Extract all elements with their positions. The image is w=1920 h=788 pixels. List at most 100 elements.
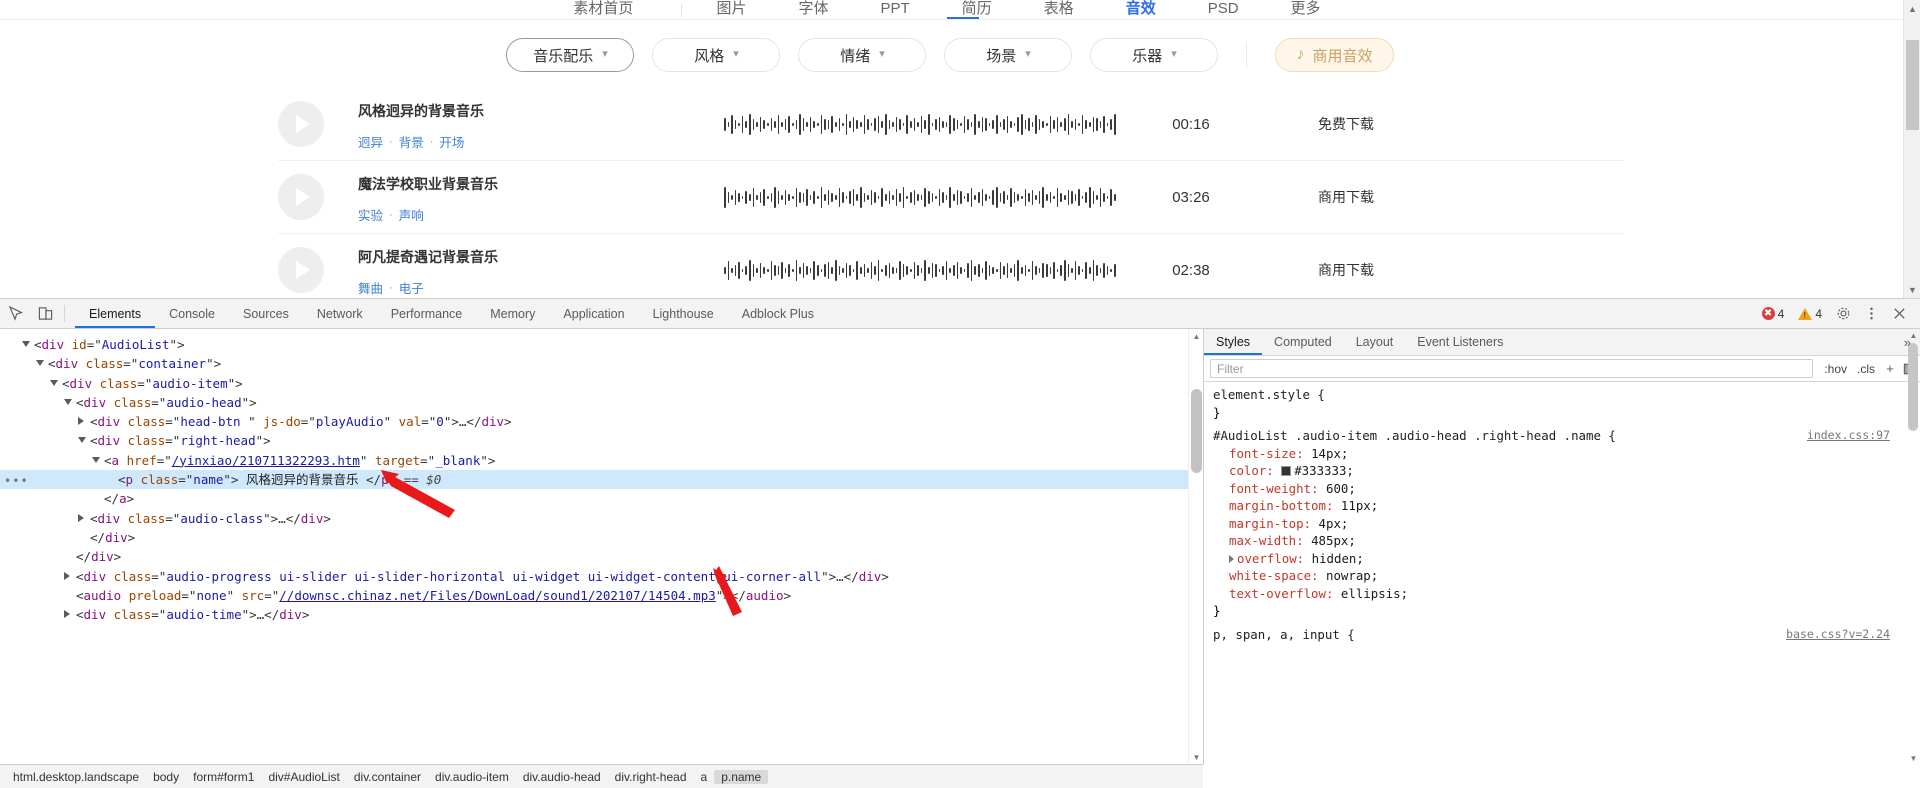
nav-item-resume[interactable]: 简历: [936, 0, 1018, 18]
css-property-name[interactable]: overflow:: [1237, 551, 1312, 566]
expand-triangle-icon[interactable]: [64, 398, 72, 405]
color-swatch[interactable]: [1281, 466, 1292, 476]
styles-scrollbar-thumb[interactable]: [1908, 343, 1918, 431]
css-property-name[interactable]: white-space:: [1229, 568, 1326, 583]
collapse-triangle-icon[interactable]: [78, 513, 84, 522]
expand-triangle-icon[interactable]: [92, 456, 100, 463]
dom-tree-line[interactable]: </a>: [0, 489, 1203, 508]
dom-tree-line[interactable]: <audio preload="none" src="//downsc.chin…: [0, 586, 1203, 605]
breadcrumb-item[interactable]: p.name: [714, 769, 769, 784]
css-property-name[interactable]: font-size:: [1229, 446, 1311, 461]
dom-tree-line[interactable]: </div>: [0, 547, 1203, 566]
css-declaration[interactable]: margin-bottom: 11px;: [1204, 497, 1920, 515]
nav-item-more[interactable]: 更多: [1265, 0, 1347, 18]
tab-layout[interactable]: Layout: [1344, 329, 1406, 355]
dom-tree-line[interactable]: <div class="audio-progress ui-slider ui-…: [0, 567, 1203, 586]
scroll-up-icon[interactable]: ▲: [1907, 329, 1920, 342]
css-property-value[interactable]: ellipsis;: [1341, 586, 1408, 601]
audio-title[interactable]: 魔法学校职业背景音乐: [358, 174, 688, 194]
css-declaration[interactable]: overflow: hidden;: [1204, 550, 1920, 568]
css-declaration[interactable]: max-width: 485px;: [1204, 532, 1920, 550]
audio-tag[interactable]: 背景: [399, 132, 424, 151]
audio-tag[interactable]: 声响: [399, 205, 424, 224]
css-property-value[interactable]: 4px;: [1319, 516, 1349, 531]
breadcrumb-item[interactable]: div.audio-item: [428, 770, 516, 784]
page-scrollbar[interactable]: ▲ ▼: [1903, 0, 1920, 298]
css-rule-selector[interactable]: #AudioList .audio-item .audio-head .righ…: [1204, 427, 1920, 445]
css-declaration[interactable]: font-size: 14px;: [1204, 445, 1920, 463]
css-property-value[interactable]: 485px;: [1311, 533, 1356, 548]
play-icon[interactable]: [278, 174, 324, 220]
download-link[interactable]: 商用下载: [1266, 187, 1426, 207]
nav-item-ppt[interactable]: PPT: [854, 0, 935, 18]
waveform[interactable]: [724, 107, 1116, 141]
breadcrumb[interactable]: html.desktop.landscape body form#form1 div#…: [0, 764, 1203, 788]
audio-tag[interactable]: 开场: [439, 132, 464, 151]
dom-tree-line[interactable]: <div class="container">: [0, 354, 1203, 373]
nav-item-home[interactable]: 素材首页: [573, 0, 673, 18]
download-link[interactable]: 商用下载: [1266, 260, 1426, 280]
waveform[interactable]: [724, 253, 1116, 287]
play-icon[interactable]: [278, 247, 324, 293]
audio-title[interactable]: 风格迥异的背景音乐: [358, 101, 688, 121]
dom-tree[interactable]: <div id="AudioList"> <div class="containe…: [0, 329, 1203, 624]
play-icon[interactable]: [278, 101, 324, 147]
dom-tree-line[interactable]: <div class="right-head">: [0, 431, 1203, 450]
tab-computed[interactable]: Computed: [1262, 329, 1344, 355]
filter-music[interactable]: 音乐配乐 ▾: [506, 38, 635, 72]
dom-tree-line[interactable]: ••• <p class="name"> 风格迥异的背景音乐 </p> == $0: [0, 470, 1203, 490]
breadcrumb-item[interactable]: body: [146, 770, 186, 784]
filter-scene[interactable]: 场景 ▾: [944, 38, 1073, 72]
tab-application[interactable]: Application: [549, 299, 638, 328]
breadcrumb-item[interactable]: a: [694, 770, 715, 784]
add-style-rule-button[interactable]: +: [1880, 361, 1900, 376]
breadcrumb-item[interactable]: html.desktop.landscape: [6, 770, 146, 784]
css-property-name[interactable]: margin-top:: [1229, 516, 1319, 531]
collapse-triangle-icon[interactable]: [64, 610, 70, 619]
css-source-link[interactable]: base.css?v=2.24: [1786, 626, 1890, 644]
styles-scrollbar[interactable]: ▲ ▼: [1907, 329, 1920, 765]
warning-count-badge[interactable]: ! 4: [1792, 303, 1828, 324]
scroll-down-icon[interactable]: ▼: [1904, 281, 1920, 298]
filter-style[interactable]: 风格 ▾: [652, 38, 781, 72]
page-scrollbar-thumb[interactable]: [1906, 40, 1919, 130]
audio-title[interactable]: 阿凡提奇遇记背景音乐: [358, 247, 688, 267]
css-property-value[interactable]: 11px;: [1341, 498, 1378, 513]
dom-tree-line[interactable]: <div class="audio-class">…</div>: [0, 509, 1203, 528]
css-property-value[interactable]: nowrap;: [1326, 568, 1378, 583]
audio-tag[interactable]: 迥异: [358, 132, 383, 151]
styles-filter-input[interactable]: Filter: [1210, 359, 1814, 378]
css-property-name[interactable]: text-overflow:: [1229, 586, 1341, 601]
breadcrumb-item[interactable]: div.audio-head: [516, 770, 608, 784]
tab-elements[interactable]: Elements: [75, 299, 156, 328]
css-property-value[interactable]: 600;: [1326, 481, 1356, 496]
css-declaration[interactable]: font-weight: 600;: [1204, 480, 1920, 498]
styles-rules[interactable]: element.style {} #AudioList .audio-item .…: [1204, 382, 1920, 765]
audio-tag[interactable]: 舞曲: [358, 278, 383, 297]
css-declaration[interactable]: white-space: nowrap;: [1204, 567, 1920, 585]
nav-item-table[interactable]: 表格: [1018, 0, 1100, 18]
tab-lighthouse[interactable]: Lighthouse: [639, 299, 728, 328]
dom-tree-scrollbar[interactable]: ▲ ▼: [1188, 329, 1203, 765]
css-rule-selector[interactable]: p, span, a, input {base.css?v=2.24: [1204, 626, 1920, 644]
filter-mood[interactable]: 情绪 ▾: [798, 38, 927, 72]
expand-triangle-icon[interactable]: [36, 360, 44, 367]
collapse-triangle-icon[interactable]: [64, 571, 70, 580]
error-count-badge[interactable]: ✖ 4: [1755, 303, 1791, 324]
nav-item-sound[interactable]: 音效: [1100, 0, 1182, 18]
css-property-value[interactable]: 14px;: [1311, 446, 1348, 461]
cls-toggle[interactable]: .cls: [1852, 362, 1880, 376]
css-property-name[interactable]: max-width:: [1229, 533, 1311, 548]
scroll-down-icon[interactable]: ▼: [1189, 750, 1203, 765]
css-declaration[interactable]: color: #333333;: [1204, 462, 1920, 480]
dom-tree-line[interactable]: <div class="audio-item">: [0, 374, 1203, 393]
css-property-name[interactable]: color:: [1229, 463, 1281, 478]
gear-icon[interactable]: [1830, 301, 1856, 327]
breadcrumb-item[interactable]: div.container: [347, 770, 428, 784]
kebab-menu-icon[interactable]: [1858, 301, 1884, 327]
dom-tree-line[interactable]: <div class="audio-time">…</div>: [0, 605, 1203, 624]
dom-tree-line[interactable]: </div>: [0, 528, 1203, 547]
nav-item-font[interactable]: 字体: [772, 0, 854, 18]
breadcrumb-item[interactable]: div#AudioList: [261, 770, 346, 784]
tab-performance[interactable]: Performance: [377, 299, 477, 328]
